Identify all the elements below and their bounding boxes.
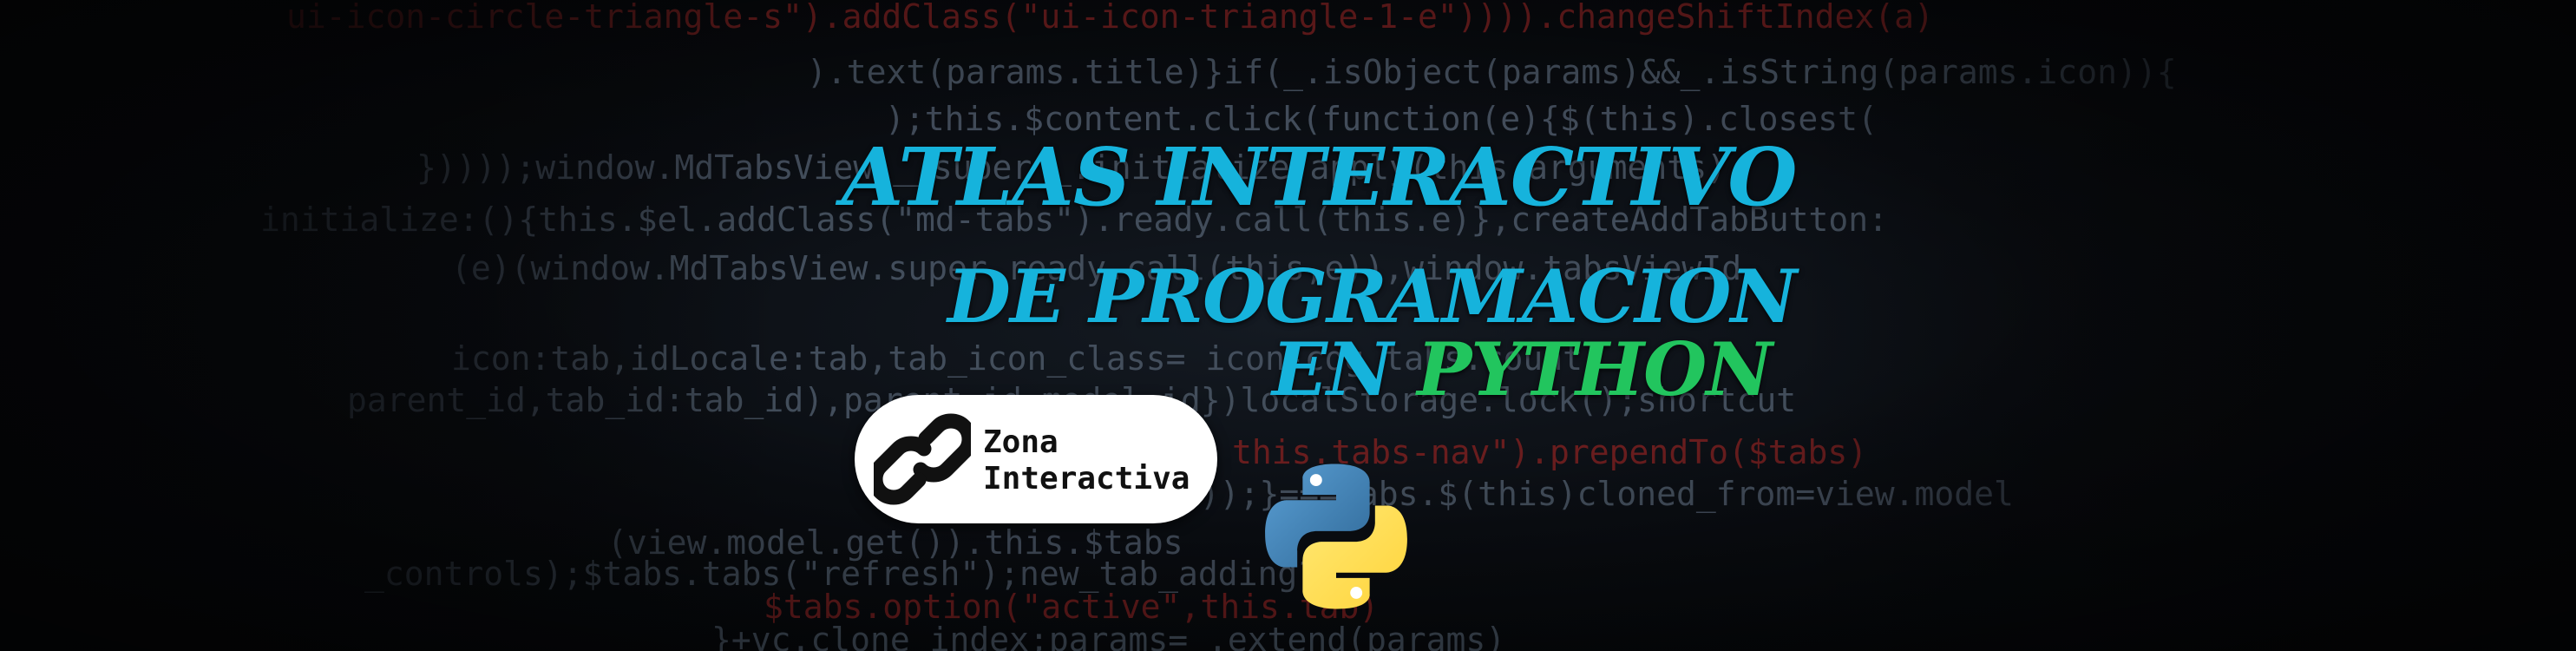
title-line-3: EN PYTHON [1272,326,1773,412]
title-en-word: EN [1272,326,1393,412]
badge-text: Zona Interactiva [983,424,1190,497]
badge-line-1: Zona [983,424,1059,460]
code-line: }+vc.clone_index;params=_.extend(params) [711,621,1506,651]
badge-line-2: Interactiva [983,461,1190,496]
python-logo-icon [1265,464,1407,609]
title-line-1: ATLAS INTERACTIVO [842,130,1798,224]
link-icon [874,413,971,505]
code-line: ui-icon-circle-triangle-s").addClass("ui… [286,0,1934,36]
code-line: ).text(params.title)}if(_.isObject(param… [807,53,2177,91]
zona-interactiva-badge[interactable]: Zona Interactiva [855,395,1217,523]
title-python-word: PYTHON [1417,326,1773,412]
hero-banner: ui-icon-circle-triangle-s").addClass("ui… [0,0,2576,651]
